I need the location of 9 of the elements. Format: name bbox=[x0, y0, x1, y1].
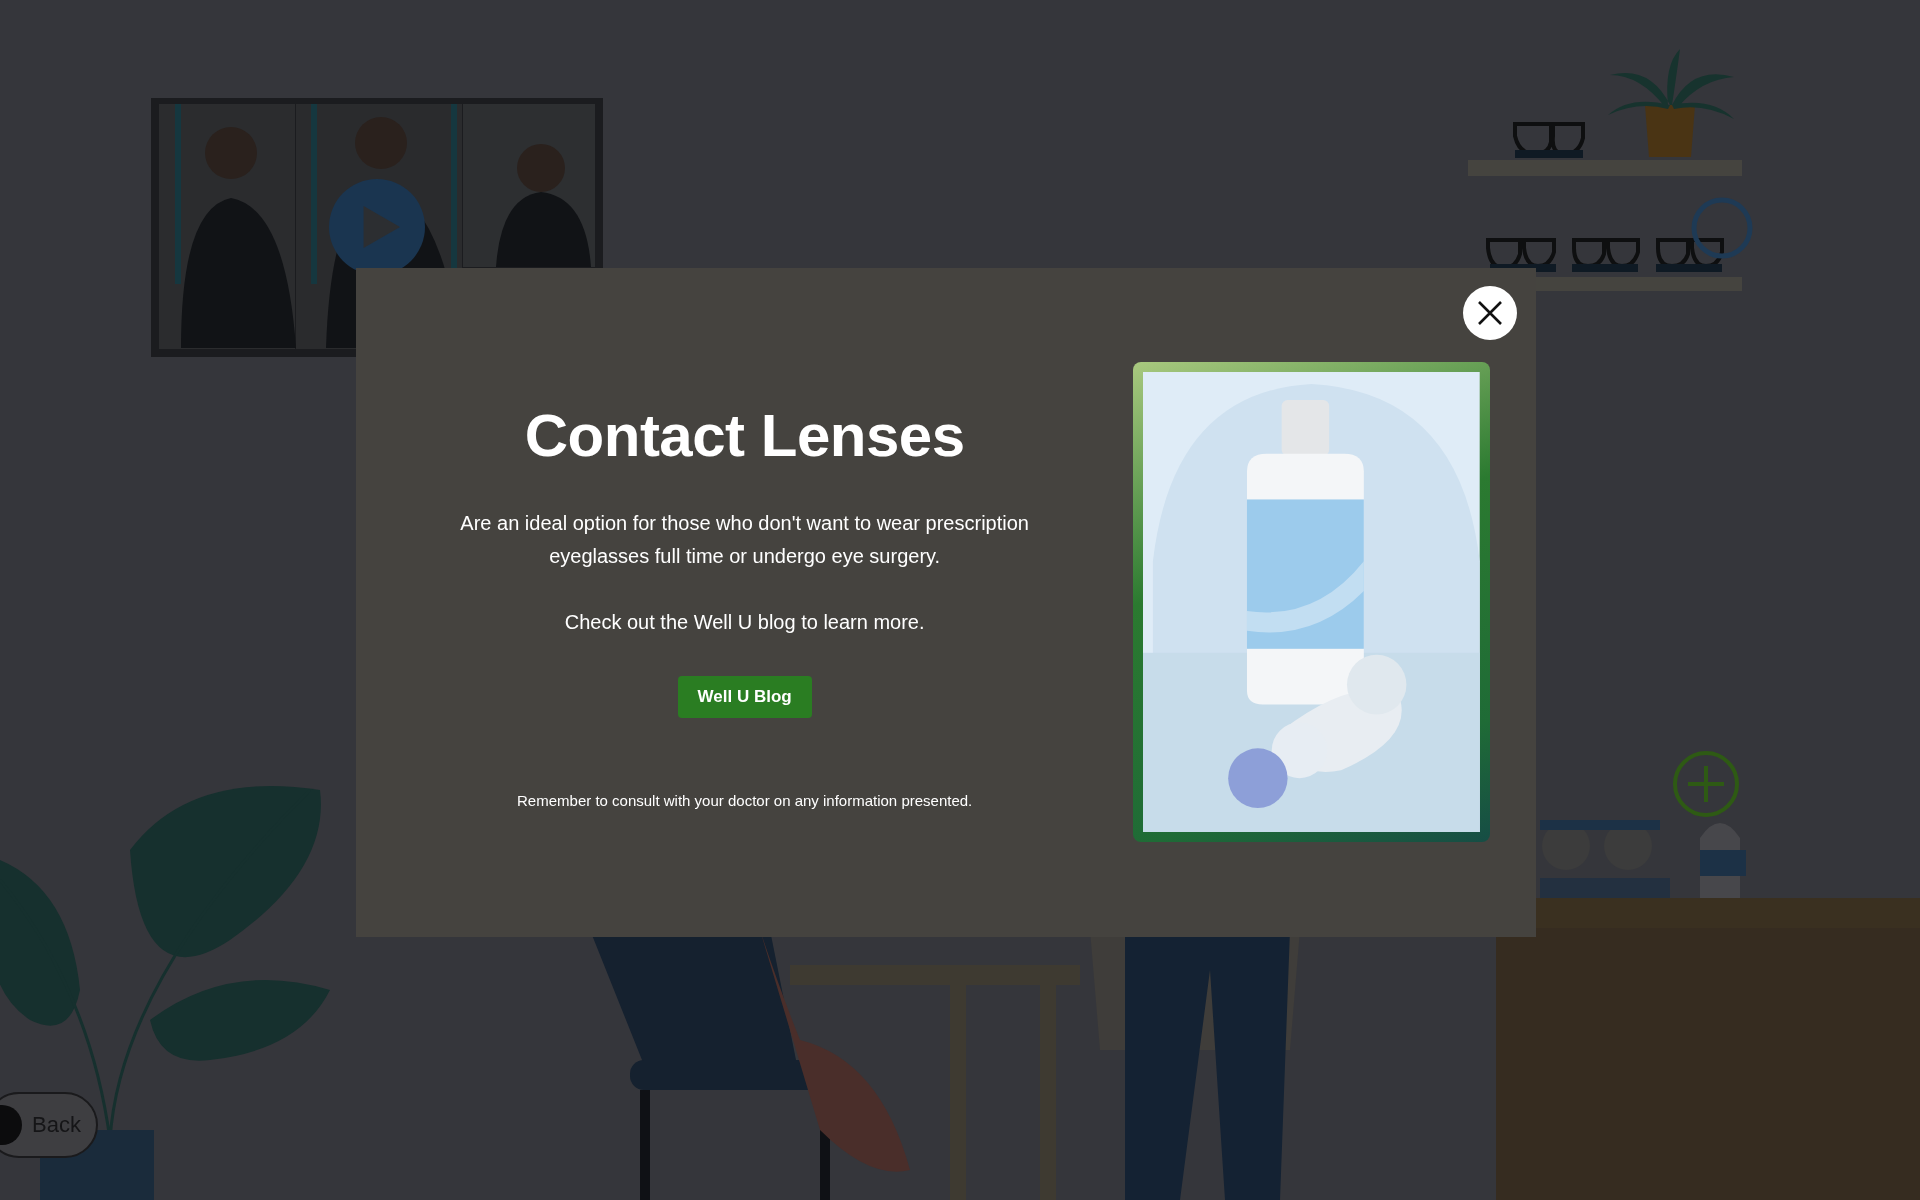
description-text: Check out the Well U blog to learn more. bbox=[563, 610, 926, 635]
blog-button[interactable]: Well U Blog bbox=[677, 676, 812, 718]
add-icon[interactable] bbox=[1673, 751, 1739, 817]
close-button[interactable] bbox=[1463, 286, 1517, 340]
modal-title: Contact Lenses bbox=[524, 401, 965, 470]
disclaimer-text: Remember to consult with your doctor on any information presented. bbox=[517, 792, 973, 809]
close-icon bbox=[1476, 299, 1504, 327]
ring-icon[interactable] bbox=[1691, 197, 1753, 259]
description-text: Are an ideal option for those who don't want to wear prescription eyeglasses full time or undergo eye surgery. bbox=[459, 511, 1030, 569]
